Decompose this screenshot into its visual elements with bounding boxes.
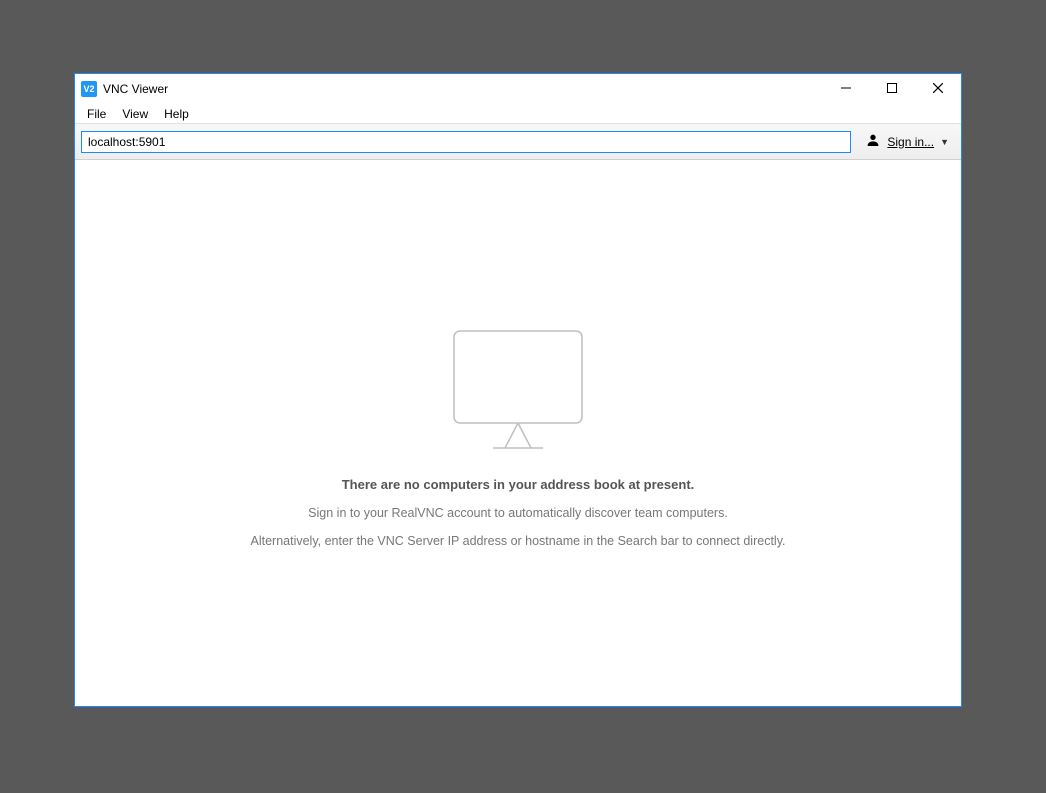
minimize-button[interactable] (823, 74, 869, 104)
signin-label: Sign in... (887, 135, 934, 149)
app-window: V2 VNC Viewer File View Help (74, 73, 962, 707)
signin-button[interactable]: Sign in... ▼ (859, 132, 955, 151)
window-title: VNC Viewer (103, 82, 823, 96)
maximize-button[interactable] (869, 74, 915, 104)
monitor-icon (453, 330, 583, 453)
address-input[interactable] (81, 131, 851, 153)
app-icon: V2 (81, 81, 97, 97)
menubar: File View Help (75, 104, 961, 124)
window-controls (823, 74, 961, 104)
empty-line2: Alternatively, enter the VNC Server IP a… (251, 534, 786, 548)
chevron-down-icon: ▼ (940, 137, 949, 147)
empty-line1: Sign in to your RealVNC account to autom… (308, 506, 728, 520)
minimize-icon (841, 82, 851, 96)
menu-view[interactable]: View (114, 105, 156, 123)
app-icon-label: V2 (83, 84, 94, 94)
close-icon (933, 82, 943, 96)
close-button[interactable] (915, 74, 961, 104)
content-area: There are no computers in your address b… (75, 160, 961, 706)
menu-file[interactable]: File (79, 105, 114, 123)
toolbar: Sign in... ▼ (75, 124, 961, 160)
titlebar: V2 VNC Viewer (75, 74, 961, 104)
menu-help[interactable]: Help (156, 105, 197, 123)
maximize-icon (887, 82, 897, 96)
user-icon (865, 132, 881, 151)
empty-headline: There are no computers in your address b… (342, 477, 695, 492)
